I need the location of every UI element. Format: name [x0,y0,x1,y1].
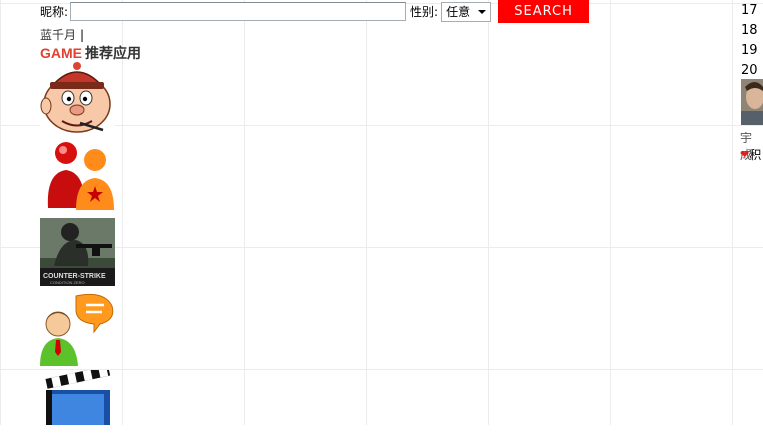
user-separator: | [80,28,85,42]
nickname-label: 昵称: [40,5,69,19]
gender-select[interactable]: 任意 [441,1,492,22]
messenger-people-icon [47,142,114,210]
avatar-photo [741,79,763,125]
svg-text:COUNTER-STRIKE: COUNTER-STRIKE [43,273,106,280]
right-action-label: 积 [749,148,762,162]
right-number-list: 17 18 19 20 [741,1,758,81]
right-number-item[interactable]: 17 [741,1,758,21]
app-cartoon-face[interactable] [40,60,115,135]
nickname-input[interactable] [70,2,407,21]
right-number-item[interactable]: 18 [741,21,758,41]
user-line: 蓝千月 | [40,26,84,43]
search-bar: 昵称: 性别: 任意 SEARCH [40,0,590,23]
movie-clapper-icon [45,365,111,430]
cartoon-face-hat-icon [40,62,111,133]
app-movie[interactable] [40,365,115,445]
heart-icon: ❤ [740,148,750,161]
app-counter-strike[interactable]: COUNTER-STRIKE CONDITION ZERO [40,218,115,286]
app-user-chat[interactable] [40,292,115,367]
app-messenger[interactable] [40,138,115,213]
svg-text:CONDITION ZERO: CONDITION ZERO [50,280,85,285]
right-number-item[interactable]: 20 [741,61,758,81]
right-number-item[interactable]: 19 [741,41,758,61]
user-name-link[interactable]: 蓝千月 [40,28,76,42]
section-title-game: GAME [40,45,82,61]
user-chat-bubble-icon [40,293,114,366]
avatar[interactable] [741,79,763,125]
counter-strike-icon: COUNTER-STRIKE CONDITION ZERO [40,218,115,286]
gender-selected-value: 任意 [446,5,471,19]
search-button[interactable]: SEARCH [498,0,590,23]
right-action[interactable]: ❤ 积 [740,146,761,163]
gender-label: 性别: [410,5,439,19]
chevron-down-icon [478,9,487,14]
